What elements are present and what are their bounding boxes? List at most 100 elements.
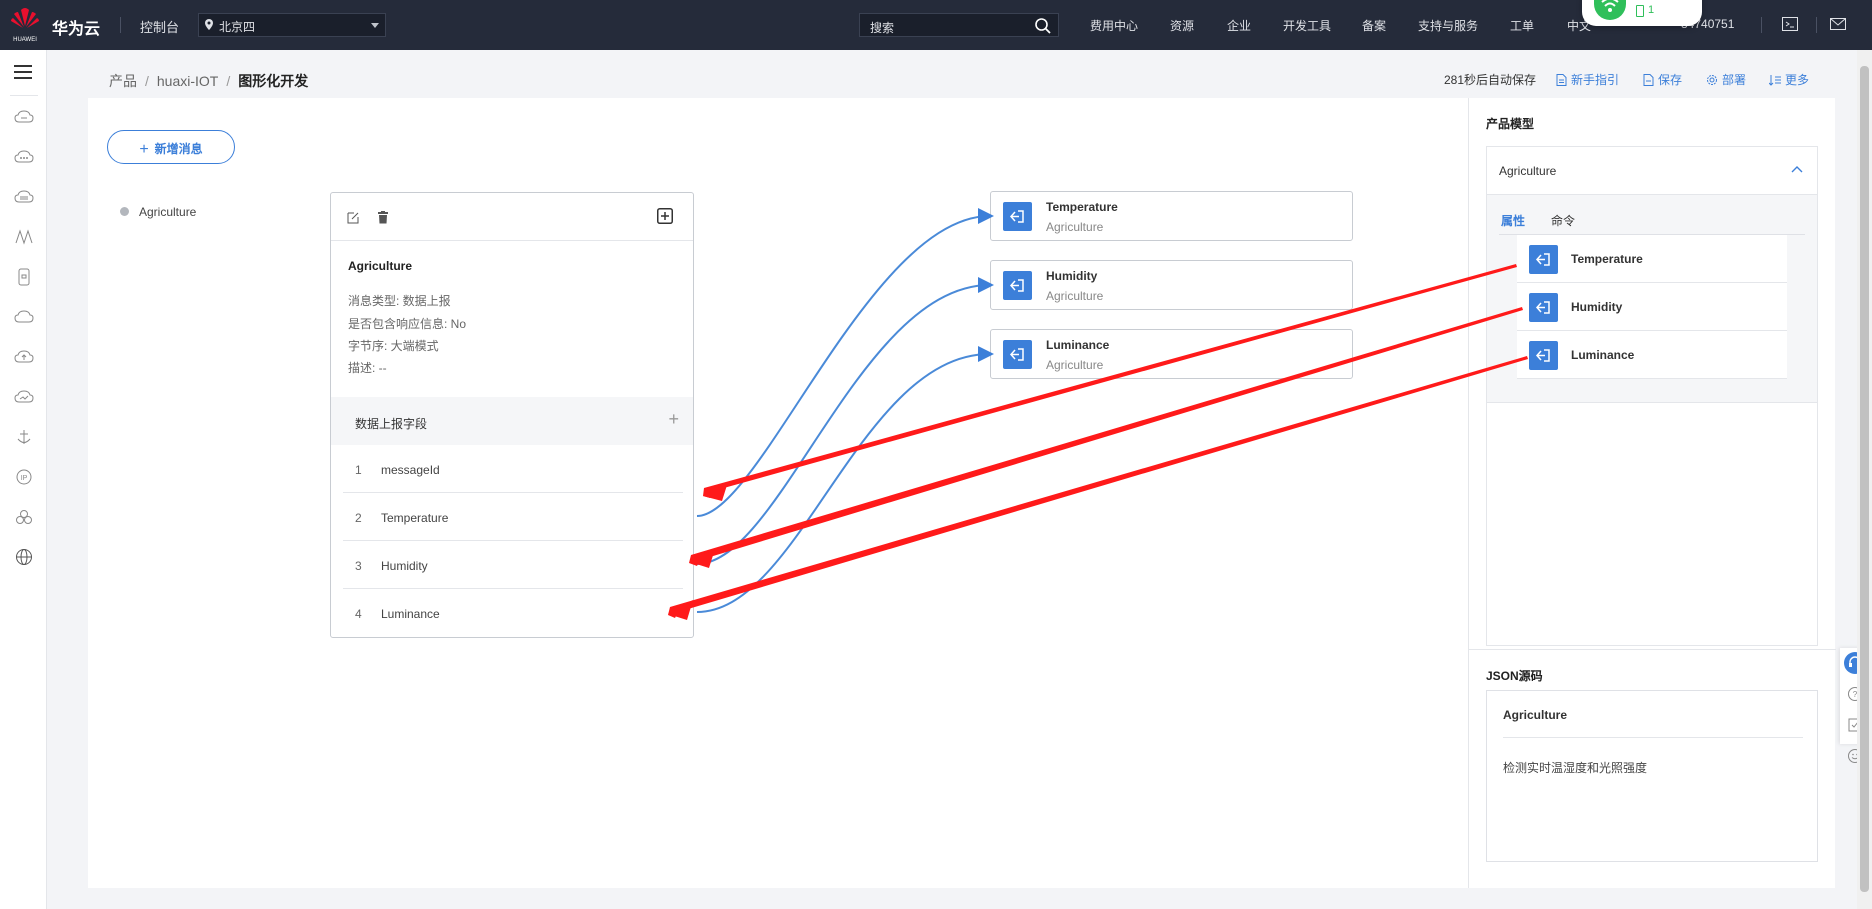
deploy-label: 部署 [1722, 73, 1747, 87]
product-model-panel: 产品模型 Agriculture 属性 命令 Temperature Humid… [1468, 98, 1836, 888]
scrollbar-thumb[interactable] [1860, 66, 1869, 892]
field-row[interactable]: 3 Humidity [343, 541, 683, 589]
tab-commands[interactable]: 命令 [1551, 212, 1575, 229]
cloud-storage-icon[interactable] [14, 188, 34, 206]
terminal-icon[interactable] [1782, 17, 1798, 31]
nav-dev-tools[interactable]: 开发工具 [1283, 17, 1331, 34]
json-source-box[interactable]: Agriculture 检测实时温湿度和光照强度 [1486, 690, 1818, 862]
mapped-property-card[interactable]: Humidity Agriculture [990, 260, 1353, 310]
field-row[interactable]: 1 messageId [343, 445, 683, 493]
message-list-item[interactable]: Agriculture [120, 205, 196, 219]
message-type: 消息类型: 数据上报 [348, 294, 451, 308]
nav-enterprise[interactable]: 企业 [1227, 17, 1251, 34]
json-source-title: JSON源码 [1486, 669, 1543, 683]
huawei-logo-icon[interactable]: HUAWEI [8, 6, 42, 44]
field-row[interactable]: 2 Temperature [343, 493, 683, 541]
autosave-countdown: 281秒后自动保存 [1444, 73, 1537, 87]
service-header[interactable]: Agriculture [1487, 147, 1817, 195]
region-select[interactable]: 北京四 [198, 13, 386, 37]
status-dot-icon [120, 207, 129, 216]
breadcrumb: 产品 / huaxi-IOT / 图形化开发 [109, 71, 308, 91]
deploy-button[interactable]: 部署 [1706, 71, 1746, 88]
fields-header: 数据上报字段 + [331, 397, 693, 445]
field-index: 3 [355, 559, 362, 573]
breadcrumb-products[interactable]: 产品 [109, 73, 137, 89]
property-name: Temperature [1046, 200, 1118, 214]
hamburger-menu-icon[interactable] [14, 64, 32, 80]
divider [1503, 737, 1803, 738]
model-property-item[interactable]: Temperature [1517, 235, 1787, 283]
add-message-label: 新增消息 [154, 142, 203, 156]
save-label: 保存 [1658, 73, 1683, 87]
field-name: messageId [381, 463, 440, 477]
brand-name[interactable]: 华为云 [52, 15, 100, 39]
device-icon[interactable] [14, 268, 34, 286]
cloud-monitor-icon[interactable] [14, 388, 34, 406]
region-value: 北京四 [219, 20, 256, 34]
nav-ticket[interactable]: 工单 [1510, 17, 1534, 34]
field-name: Temperature [381, 511, 449, 525]
trash-icon[interactable] [377, 211, 389, 224]
tab-properties[interactable]: 属性 [1501, 212, 1525, 229]
search-icon[interactable] [1034, 17, 1052, 35]
breadcrumb-project[interactable]: huaxi-IOT [157, 73, 218, 89]
location-pin-icon [205, 19, 213, 30]
mail-icon[interactable] [1830, 17, 1846, 31]
chevron-up-icon[interactable] [1791, 165, 1803, 173]
message-byte-order: 字节序: 大端模式 [348, 339, 439, 353]
top-navigation-bar: HUAWEI 华为云 控制台 北京四 搜索 费用中心 资源 企业 开发工具 备案… [0, 0, 1872, 50]
model-property-name: Temperature [1571, 252, 1643, 266]
nav-billing[interactable]: 费用中心 [1090, 17, 1138, 34]
cloud-server-icon[interactable] [14, 148, 34, 166]
property-link-icon [1003, 202, 1032, 231]
property-link-icon [1529, 293, 1558, 322]
breadcrumb-separator: / [226, 73, 231, 89]
model-property-item[interactable]: Humidity [1517, 283, 1787, 331]
search-placeholder: 搜索 [870, 21, 895, 35]
message-card[interactable]: Agriculture 消息类型: 数据上报 是否包含响应信息: No 字节序:… [330, 192, 694, 638]
guide-button[interactable]: 新手指引 [1556, 71, 1619, 88]
save-button[interactable]: 保存 [1643, 71, 1682, 88]
breadcrumb-current: 图形化开发 [238, 73, 309, 89]
network-icon[interactable] [14, 228, 34, 246]
message-card-toolbar [331, 193, 693, 241]
add-square-icon[interactable] [657, 208, 673, 224]
console-link[interactable]: 控制台 [140, 17, 179, 36]
message-list-label: Agriculture [139, 205, 197, 219]
model-property-name: Humidity [1571, 300, 1623, 314]
fields-header-label: 数据上报字段 [355, 417, 428, 431]
more-button[interactable]: 更多 [1768, 71, 1809, 88]
ip-icon[interactable]: IP [14, 468, 34, 486]
cluster-icon[interactable] [14, 508, 34, 526]
model-property-name: Luminance [1571, 348, 1635, 362]
nav-support[interactable]: 支持与服务 [1418, 17, 1478, 34]
cloud-icon[interactable] [14, 308, 34, 326]
page-scrollbar[interactable] [1857, 50, 1872, 909]
add-message-button[interactable]: + 新增消息 [107, 130, 235, 164]
nav-icp[interactable]: 备案 [1362, 17, 1386, 34]
anchor-icon[interactable] [14, 428, 34, 446]
mapped-property-card[interactable]: Temperature Agriculture [990, 191, 1353, 241]
mapped-property-card[interactable]: Luminance Agriculture [990, 329, 1353, 379]
battery-icon [1636, 5, 1644, 17]
breadcrumb-separator: / [145, 73, 149, 89]
huawei-logo-text: HUAWEI [13, 37, 37, 43]
model-property-item[interactable]: Luminance [1517, 331, 1787, 379]
field-row[interactable]: 4 Luminance [343, 589, 683, 637]
nav-resources[interactable]: 资源 [1170, 17, 1194, 34]
save-icon [1643, 74, 1654, 86]
message-title: Agriculture [348, 259, 413, 273]
add-field-icon[interactable]: + [668, 409, 679, 430]
divider [10, 95, 38, 96]
service-body: 属性 命令 Temperature Humidity Luminance [1487, 195, 1817, 403]
search-input[interactable]: 搜索 [859, 13, 1059, 37]
divider [120, 17, 121, 33]
cloud-service-icon[interactable] [14, 108, 34, 126]
divider [1469, 649, 1836, 650]
product-model-title: 产品模型 [1486, 117, 1535, 131]
cloud-upload-icon[interactable] [14, 348, 34, 366]
gear-icon [1707, 75, 1717, 85]
field-name: Luminance [381, 607, 440, 621]
edit-icon[interactable] [347, 211, 360, 224]
globe-icon[interactable] [14, 548, 34, 566]
